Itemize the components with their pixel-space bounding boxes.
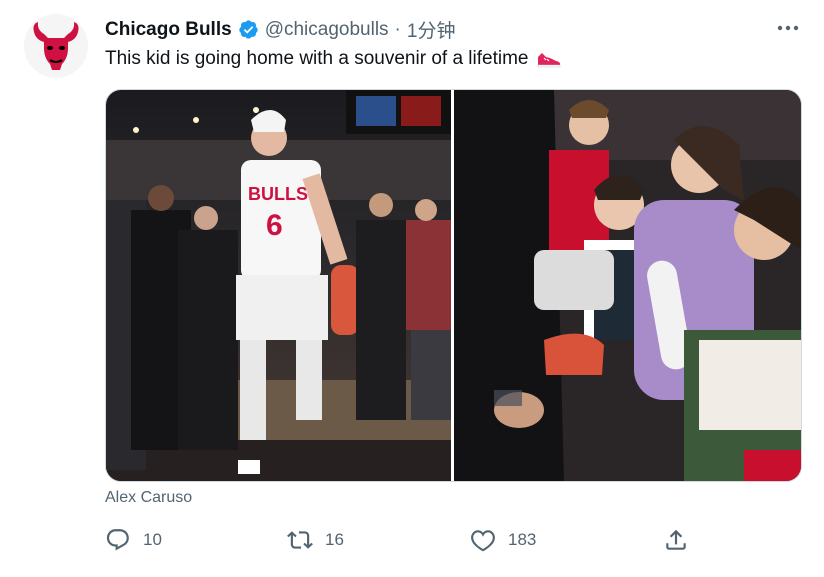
like-button[interactable]: 183 (470, 524, 536, 556)
tweet-actions: 10 16 183 (105, 524, 705, 556)
timestamp[interactable]: 1分钟 (407, 16, 456, 43)
avatar[interactable] (24, 14, 88, 78)
tweet-text-content: This kid is going home with a souvenir o… (105, 48, 529, 69)
reply-button[interactable]: 10 (105, 524, 162, 556)
handle[interactable]: @chicagobulls (265, 19, 389, 41)
retweet-icon (287, 531, 313, 549)
verified-icon (238, 19, 259, 40)
tweet-text: This kid is going home with a souvenir o… (105, 48, 562, 70)
more-button[interactable] (776, 18, 800, 38)
bulls-logo (33, 22, 79, 70)
retweet-button[interactable]: 16 (287, 524, 344, 556)
display-name[interactable]: Chicago Bulls (105, 19, 232, 41)
tweet: Chicago Bulls @chicagobulls · 1分钟 This k… (0, 0, 824, 577)
jersey-number: 6 (266, 209, 283, 242)
share-icon (666, 529, 686, 550)
share-button[interactable] (663, 524, 689, 556)
separator: · (394, 18, 401, 40)
media-grid: BULLS 6 (105, 89, 802, 482)
more-icon (777, 25, 799, 31)
photo-right[interactable] (454, 90, 801, 481)
jersey-name: BULLS (248, 184, 308, 204)
sneaker-emoji (538, 53, 561, 68)
reply-count: 10 (143, 530, 162, 549)
media-caption[interactable]: Alex Caruso (105, 489, 192, 507)
heart-icon (471, 530, 495, 552)
retweet-count: 16 (325, 530, 344, 549)
tweet-header: Chicago Bulls @chicagobulls · 1分钟 (105, 16, 455, 43)
like-count: 183 (508, 530, 537, 549)
photo-left[interactable]: BULLS 6 (106, 90, 451, 481)
reply-icon (106, 529, 129, 551)
